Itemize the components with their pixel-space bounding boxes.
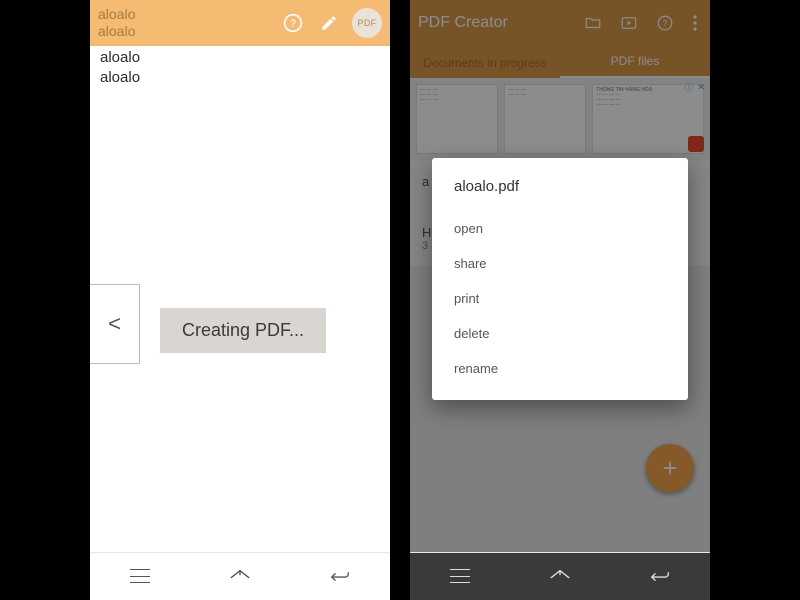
popup-filename: aloalo.pdf (454, 178, 666, 195)
home-icon[interactable] (226, 567, 254, 587)
recent-apps-icon[interactable] (126, 567, 154, 587)
popup-rename[interactable]: rename (454, 351, 666, 386)
editor-content: aloalo aloalo < Creating PDF... (90, 46, 390, 552)
popup-share[interactable]: share (454, 246, 666, 281)
doc-title-small: aloalo aloalo (98, 6, 135, 40)
editor-lines[interactable]: aloalo aloalo (90, 46, 390, 89)
back-icon[interactable] (326, 567, 354, 587)
export-pdf-icon[interactable]: PDF (352, 8, 382, 38)
svg-text:?: ? (290, 18, 296, 30)
pdf-badge-label: PDF (358, 18, 377, 28)
creating-pdf-label: Creating PDF... (182, 320, 304, 340)
back-button[interactable]: < (90, 284, 140, 364)
help-icon[interactable]: ? (280, 10, 306, 36)
chevron-left-icon: < (108, 311, 121, 337)
popup-print[interactable]: print (454, 281, 666, 316)
back-icon[interactable] (646, 567, 674, 587)
doc-title-line1: aloalo (98, 6, 135, 23)
phone-left: aloalo aloalo ? PDF aloalo aloalo < Crea… (90, 0, 390, 600)
file-actions-popup: aloalo.pdf open share print delete renam… (432, 158, 688, 400)
popup-delete[interactable]: delete (454, 316, 666, 351)
edit-icon[interactable] (316, 10, 342, 36)
creating-pdf-toast: Creating PDF... (160, 308, 326, 353)
editor-line: aloalo (100, 68, 380, 88)
popup-open[interactable]: open (454, 211, 666, 246)
editor-line: aloalo (100, 48, 380, 68)
phone-right: PDF Creator ? Documents in progress PDF … (410, 0, 710, 600)
doc-title-line2: aloalo (98, 23, 135, 40)
topbar-left: aloalo aloalo ? PDF (90, 0, 390, 46)
recent-apps-icon[interactable] (446, 567, 474, 587)
system-navbar-right (410, 552, 710, 600)
system-navbar-left (90, 552, 390, 600)
home-icon[interactable] (546, 567, 574, 587)
